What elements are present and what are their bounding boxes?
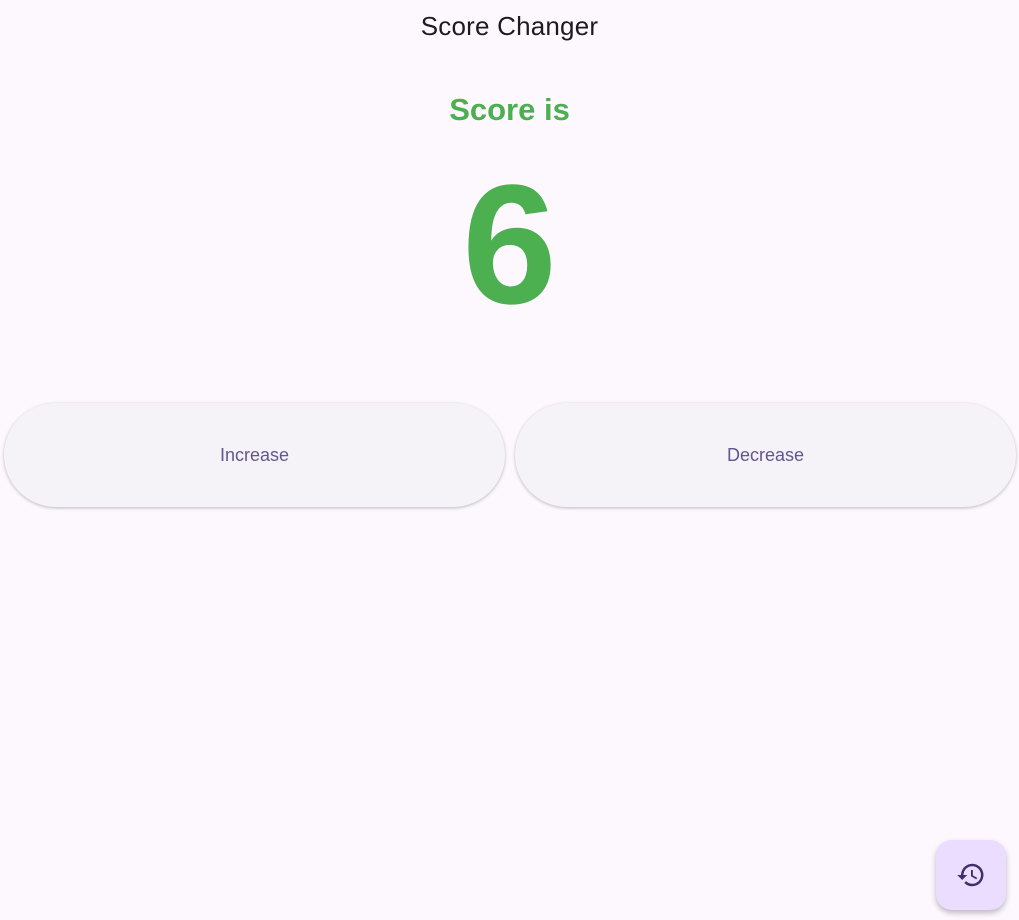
score-value: 6 (462, 150, 557, 340)
app-title: Score Changer (420, 10, 599, 41)
increase-button[interactable]: Increase (4, 403, 505, 507)
app-screen: Score Changer Score is 6 Increase Decrea… (0, 0, 1019, 920)
increase-button-label: Increase (219, 444, 290, 465)
decrease-button[interactable]: Decrease (515, 403, 1016, 507)
score-label: Score is (449, 92, 570, 127)
app-bar: Score Changer (0, 0, 1019, 52)
score-buttons-row: Increase Decrease (4, 403, 1016, 507)
decrease-button-label: Decrease (726, 444, 805, 465)
history-fab-button[interactable] (936, 840, 1006, 910)
history-icon (956, 860, 986, 890)
